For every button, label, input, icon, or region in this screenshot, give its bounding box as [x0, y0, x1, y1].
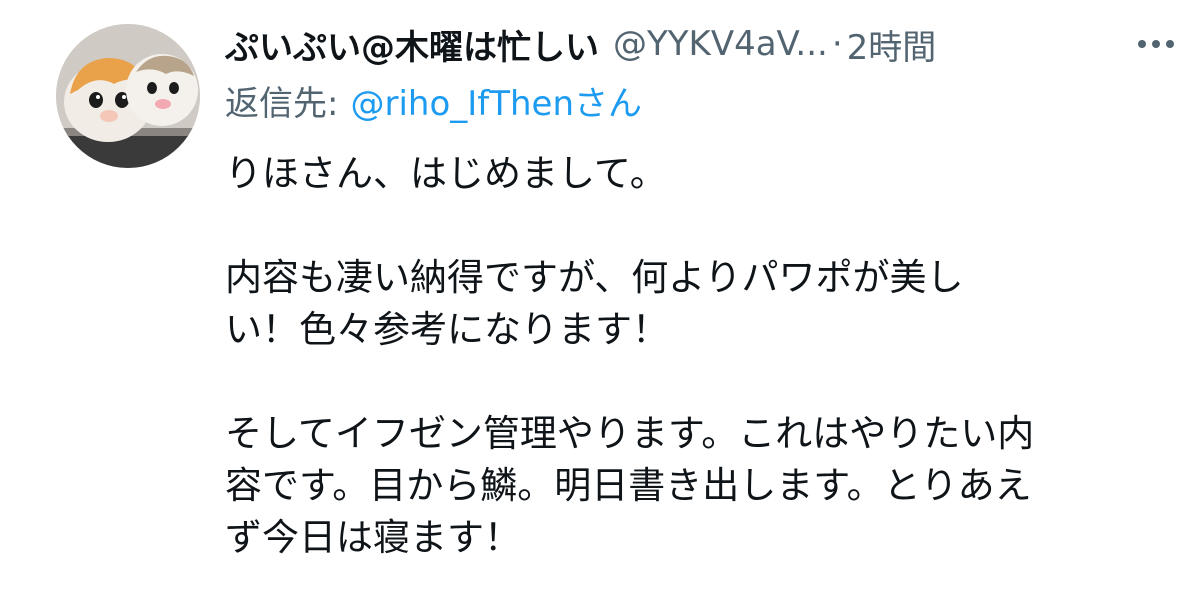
display-name[interactable]: ぷいぷい@木曜は忙しい: [225, 20, 599, 69]
ellipsis-icon: [1138, 40, 1174, 48]
avatar[interactable]: [56, 24, 200, 168]
tweet-text: りほさん、はじめまして。 内容も凄い納得ですが、何よりパワポが美し い！色々参考…: [225, 148, 1165, 564]
reply-context: 返信先: @riho_IfThenさん: [225, 74, 642, 126]
separator-dot: ·: [831, 24, 843, 64]
tweet-paragraph: りほさん、はじめまして。: [225, 152, 667, 195]
more-options-button[interactable]: [1132, 24, 1180, 64]
timestamp[interactable]: 2時間: [847, 20, 937, 69]
reply-target-link[interactable]: @riho_IfThenさん: [350, 76, 642, 125]
reply-prefix: 返信先:: [225, 83, 339, 124]
tweet-paragraph: 内容も凄い納得ですが、何よりパワポが美し い！色々参考になります！: [225, 256, 964, 351]
tweet-header: ぷいぷい@木曜は忙しい @YYKV4aV... · 2時間: [225, 18, 1185, 70]
tweet[interactable]: ぷいぷい@木曜は忙しい @YYKV4aV... · 2時間 返信先: @riho…: [0, 0, 1200, 591]
user-handle[interactable]: @YYKV4aV...: [613, 24, 828, 64]
tweet-paragraph: そしてイフゼン管理やります。これはやりたい内 容です。目から鱗。明日書き出します…: [225, 412, 1035, 559]
avatar-image: [56, 24, 200, 168]
